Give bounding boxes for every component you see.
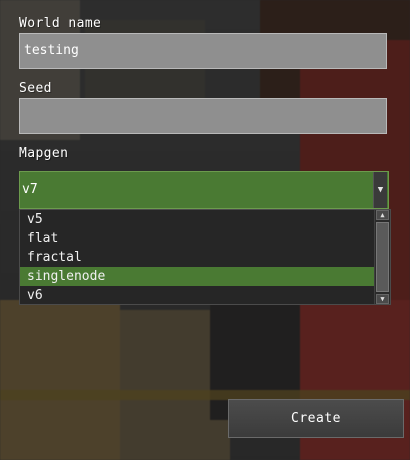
create-button[interactable]: Create [228, 399, 404, 438]
chevron-down-icon[interactable]: ▼ [376, 294, 389, 304]
dropdown-item-fractal[interactable]: fractal [20, 248, 374, 267]
dropdown-item-v6[interactable]: v6 [20, 286, 374, 304]
dropdown-item-label: singlenode [27, 269, 106, 284]
dropdown-item-label: fractal [27, 250, 82, 265]
world-name-field[interactable]: testing [19, 33, 387, 69]
dropdown-item-label: flat [27, 231, 59, 246]
chevron-up-icon[interactable]: ▲ [376, 210, 389, 220]
world-name-label: World name [19, 16, 102, 31]
mapgen-selected-value: v7 [22, 182, 38, 197]
dropdown-item-label: v5 [27, 212, 43, 227]
seed-label: Seed [19, 81, 52, 96]
mapgen-select[interactable]: v7 ▼ [19, 171, 389, 209]
dropdown-item-singlenode[interactable]: singlenode [20, 267, 374, 286]
scrollbar-thumb[interactable] [376, 222, 389, 292]
dropdown-scrollbar[interactable]: ▲ ▼ [374, 210, 390, 304]
create-world-dialog: World name testing Seed Mapgen v7 ▼ v5 f… [0, 0, 410, 460]
dropdown-item-flat[interactable]: flat [20, 229, 374, 248]
mapgen-label: Mapgen [19, 146, 69, 161]
seed-field[interactable] [19, 98, 387, 134]
dropdown-item-label: v6 [27, 288, 43, 303]
dropdown-item-v5[interactable]: v5 [20, 210, 374, 229]
world-name-value: testing [24, 43, 79, 58]
mapgen-dropdown-list[interactable]: v5 flat fractal singlenode v6 ▲ ▼ [19, 209, 391, 305]
chevron-down-icon[interactable]: ▼ [373, 172, 387, 208]
